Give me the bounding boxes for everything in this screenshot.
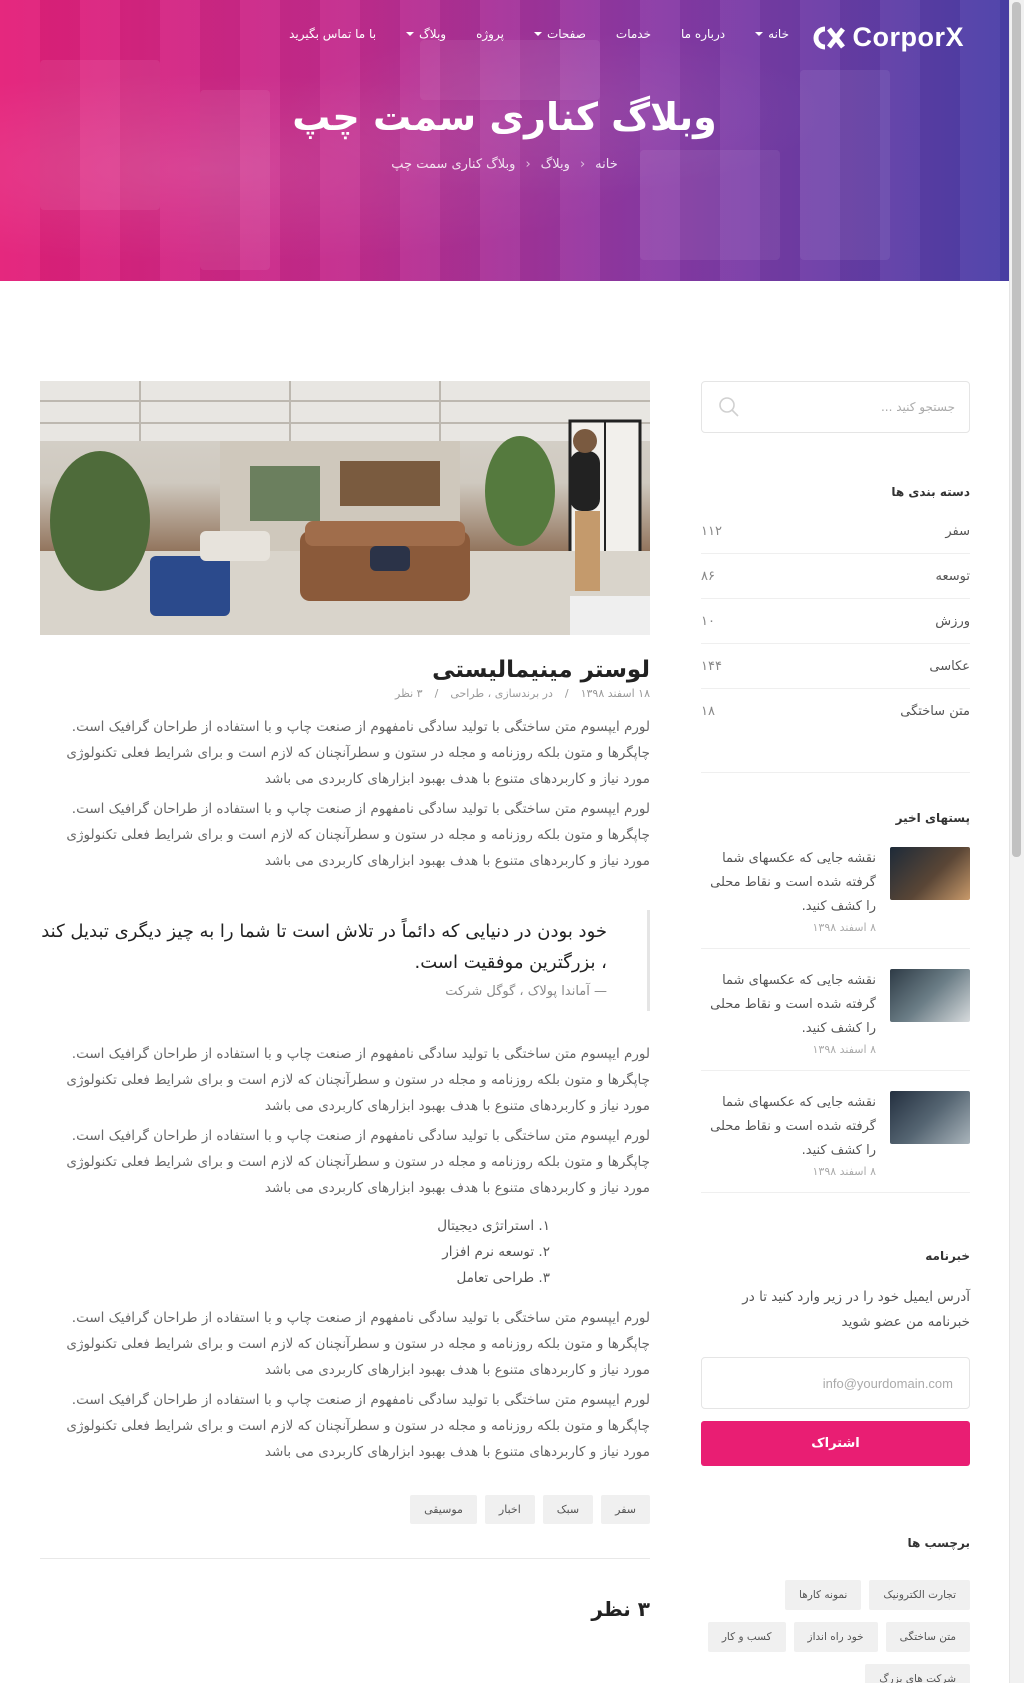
category-count: ۱۸ xyxy=(701,704,715,719)
category-count: ۸۶ xyxy=(701,568,715,584)
category-item[interactable]: متن ساختگی ۱۸ xyxy=(701,689,970,734)
list-item: ۲. توسعه نرم افزار xyxy=(442,1244,550,1260)
breadcrumb-home[interactable]: خانه xyxy=(595,157,618,172)
category-item[interactable]: عکاسی ۱۴۴ xyxy=(701,644,970,689)
post-tag[interactable]: سفر xyxy=(601,1495,650,1524)
category-item[interactable]: توسعه ۸۶ xyxy=(701,554,970,599)
subscribe-button[interactable]: اشتراک xyxy=(701,1421,970,1466)
nav-item-home[interactable]: خانه xyxy=(755,27,789,41)
nav-item-blog[interactable]: وبلاگ xyxy=(406,27,446,41)
recent-post-title[interactable]: نقشه جایی که عکسهای شما گرفته شده است و … xyxy=(701,1091,876,1163)
post-meta: ۱۸ اسفند ۱۳۹۸ / در برندسازی ، طراحی / ۳ … xyxy=(40,687,650,700)
comments-heading: ۳ نظر xyxy=(591,1597,650,1621)
sidebar-tag[interactable]: تجارت الکترونیک xyxy=(869,1580,970,1610)
sidebar-tag[interactable]: شرکت های بزرگ xyxy=(865,1664,970,1683)
list-item: ۳. طراحی تعامل xyxy=(456,1270,550,1286)
recent-post-date: ۸ اسفند ۱۳۹۸ xyxy=(812,1165,877,1178)
caret-down-icon xyxy=(755,32,764,36)
corporx-logo-icon xyxy=(813,26,845,49)
post-content: لوستر مینیمالیستی ۱۸ اسفند ۱۳۹۸ / در برن… xyxy=(40,381,650,1621)
recent-post-date: ۸ اسفند ۱۳۹۸ xyxy=(812,1043,877,1056)
email-field[interactable] xyxy=(702,1358,969,1408)
post-date: ۱۸ اسفند ۱۳۹۸ xyxy=(580,687,650,700)
search-box xyxy=(701,381,970,433)
post-paragraph: لورم ایپسوم متن ساختگی با تولید سادگی نا… xyxy=(66,1046,650,1114)
sidebar-tag[interactable]: خود راه انداز xyxy=(793,1622,878,1652)
email-field-box xyxy=(701,1357,970,1409)
caret-down-icon xyxy=(533,32,542,36)
recent-post-title[interactable]: نقشه جایی که عکسهای شما گرفته شده است و … xyxy=(701,847,876,919)
recent-posts-list: نقشه جایی که عکسهای شما گرفته شده است و … xyxy=(701,825,970,1193)
recent-post-date: ۸ اسفند ۱۳۹۸ xyxy=(812,921,877,934)
brand-name: CorporX xyxy=(852,22,964,52)
breadcrumb: خانه ‹ وبلاگ ‹ وبلاگ کناری سمت چپ xyxy=(0,157,1009,172)
search-icon[interactable] xyxy=(718,396,740,418)
category-item[interactable]: سفر ۱۱۲ xyxy=(701,509,970,554)
meta-separator: / xyxy=(434,687,439,700)
sidebar: دسته بندی ها سفر۱۱۲ توسعه۸۶ ورزش۱۰ عکاسی… xyxy=(701,381,970,1683)
chevron-left-icon: ‹ xyxy=(579,157,586,172)
post-paragraph: لورم ایپسوم متن ساختگی با تولید سادگی نا… xyxy=(66,1392,650,1460)
category-item[interactable]: ورزش ۱۰ xyxy=(701,599,970,644)
recent-post-item[interactable]: نقشه جایی که عکسهای شما گرفته شده است و … xyxy=(701,949,970,1071)
main-nav: خانه درباره ما خدمات صفحات پروژه وبلاگ ب… xyxy=(55,27,789,41)
category-count: ۱۰ xyxy=(701,613,715,629)
nav-item-services[interactable]: خدمات xyxy=(616,27,651,41)
caret-down-icon xyxy=(406,32,415,36)
chevron-left-icon: ‹ xyxy=(525,157,531,172)
post-featured-image xyxy=(40,381,650,635)
post-tag[interactable]: اخبار xyxy=(484,1495,535,1524)
nav-item-pages[interactable]: صفحات xyxy=(533,27,586,41)
sidebar-tags: تجارت الکترونیک نمونه کارها متن ساختگی خ… xyxy=(701,1580,970,1683)
newsletter-description: آدرس ایمیل خود را در زیر وارد کنید تا در… xyxy=(742,1289,970,1330)
categories-list: سفر ۱۱۲ توسعه ۸۶ ورزش ۱۰ عکاسی ۱۴۴ متن ساختگ… xyxy=(701,509,970,734)
recent-posts-title: پستهای اخیر xyxy=(701,772,970,825)
post-paragraph: لورم ایپسوم متن ساختگی با تولید سادگی نا… xyxy=(66,1310,650,1378)
divider xyxy=(40,1558,650,1559)
quote-text: خود بودن در دنیایی که دائماً در تلاش است… xyxy=(41,921,607,973)
quote-citation: — آماندا پولاک ، گوگل شرکت xyxy=(445,984,607,999)
nav-item-contact[interactable]: با ما تماس بگیرید xyxy=(289,27,376,41)
nav-item-about[interactable]: درباره ما xyxy=(681,27,725,41)
meta-separator: / xyxy=(564,687,569,700)
post-paragraph: لورم ایپسوم متن ساختگی با تولید سادگی نا… xyxy=(66,1128,650,1196)
list-item: ۱. استراتژی دیجیتال xyxy=(437,1218,550,1234)
brand-logo[interactable]: CorporX xyxy=(811,22,965,53)
page-scrollbar[interactable] xyxy=(1009,0,1024,1683)
sidebar-tag[interactable]: متن ساختگی xyxy=(885,1622,970,1652)
recent-post-title[interactable]: نقشه جایی که عکسهای شما گرفته شده است و … xyxy=(701,969,876,1041)
scrollbar-thumb[interactable] xyxy=(1012,2,1021,857)
post-blockquote: خود بودن در دنیایی که دائماً در تلاش است… xyxy=(40,910,650,1011)
post-tag[interactable]: موسیقی xyxy=(410,1495,477,1524)
post-comment-count[interactable]: ۳ نظر xyxy=(395,687,423,700)
search-input[interactable] xyxy=(769,382,969,432)
post-tags: سفر سبک اخبار موسیقی xyxy=(40,1495,650,1524)
tags-title: برچسب ها xyxy=(907,1536,970,1550)
post-tag[interactable]: سبک xyxy=(542,1495,594,1524)
nav-item-project[interactable]: پروژه xyxy=(476,27,504,41)
hero-header: CorporX خانه درباره ما خدمات صفحات پروژه… xyxy=(0,0,1009,281)
category-count: ۱۴۴ xyxy=(701,658,722,674)
recent-post-item[interactable]: نقشه جایی که عکسهای شما گرفته شده است و … xyxy=(701,825,970,949)
office-lounge-illustration xyxy=(40,381,650,635)
post-paragraph: لورم ایپسوم متن ساختگی با تولید سادگی نا… xyxy=(66,719,650,787)
breadcrumb-blog[interactable]: وبلاگ xyxy=(541,157,570,172)
recent-post-item[interactable]: نقشه جایی که عکسهای شما گرفته شده است و … xyxy=(701,1071,970,1193)
post-paragraph: لورم ایپسوم متن ساختگی با تولید سادگی نا… xyxy=(66,801,650,869)
recent-post-thumbnail[interactable] xyxy=(890,969,970,1022)
sidebar-tag[interactable]: کسب و کار xyxy=(707,1622,786,1652)
post-title: لوستر مینیمالیستی xyxy=(432,657,650,683)
post-categories[interactable]: در برندسازی ، طراحی xyxy=(450,687,553,700)
breadcrumb-current: وبلاگ کناری سمت چپ xyxy=(391,157,516,172)
categories-title: دسته بندی ها xyxy=(891,485,970,499)
recent-post-thumbnail[interactable] xyxy=(890,847,970,900)
page-title: وبلاگ کناری سمت چپ xyxy=(292,95,717,139)
category-count: ۱۱۲ xyxy=(701,523,722,539)
newsletter-title: خبرنامه xyxy=(925,1249,970,1263)
recent-post-thumbnail[interactable] xyxy=(890,1091,970,1144)
post-ordered-list: ۱. استراتژی دیجیتال ۲. توسعه نرم افزار ۳… xyxy=(40,1213,650,1291)
sidebar-tag[interactable]: نمونه کارها xyxy=(785,1580,862,1610)
